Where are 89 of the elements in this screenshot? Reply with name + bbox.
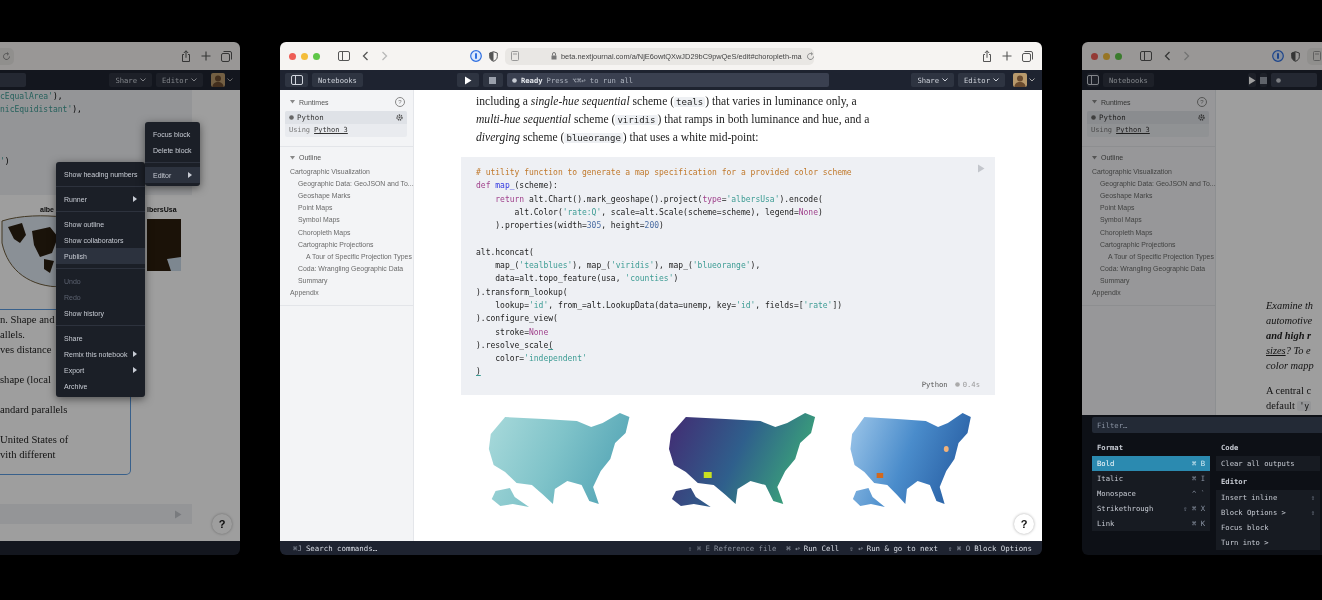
code-line: map_('tealblues'), map_('viridis'), map_('blueorange'), <box>494 260 762 273</box>
caret-icon <box>993 78 999 82</box>
status-dot-icon <box>511 77 517 83</box>
lock-icon <box>551 52 557 60</box>
sidebar-icon <box>1087 75 1099 85</box>
status-dot-icon <box>1275 77 1281 83</box>
code-line: stroke=None <box>494 326 550 339</box>
password-manager-icon[interactable] <box>1272 50 1284 62</box>
back-icon[interactable] <box>362 51 369 61</box>
code-line: color='independent' <box>494 353 588 366</box>
code-line: def map_(scheme): <box>476 180 559 193</box>
user-silhouette-icon <box>211 73 225 87</box>
sidebar-icon <box>290 75 303 85</box>
play-icon <box>977 164 985 173</box>
paragraph: Examine th automotive and high r sizes? To e color mapp <box>1265 299 1315 373</box>
stop-button[interactable] <box>482 73 503 87</box>
code-line: ).configure_view( <box>476 313 559 326</box>
caret-icon <box>227 78 233 82</box>
code-line: ).properties(width=305, height=200) <box>494 220 665 233</box>
reload-icon[interactable] <box>2 51 11 61</box>
code-line: # utility function to generate a map specification for a provided color scheme <box>476 167 853 179</box>
code-line: ).transform_lookup( <box>476 286 569 299</box>
collapse-icon[interactable] <box>290 155 295 160</box>
status-dot-icon <box>954 381 960 387</box>
stop-button[interactable] <box>1259 73 1267 87</box>
plus-icon[interactable] <box>201 51 211 61</box>
help-button[interactable]: ? <box>212 514 232 534</box>
paragraph: A central c default 'y <box>1265 384 1313 413</box>
code-line: nicEquidistant'), <box>0 104 83 116</box>
play-icon <box>174 509 182 519</box>
caret-icon <box>191 78 197 82</box>
user-silhouette-icon <box>1013 73 1027 87</box>
password-manager-icon[interactable] <box>470 50 482 62</box>
play-icon <box>463 75 472 85</box>
status-dot-icon <box>289 115 294 120</box>
avatar[interactable] <box>211 73 233 87</box>
sidebar-toggle-button[interactable] <box>285 73 308 87</box>
code-line: lookup='id', from_=alt.LookupData(data=unemp, key='id', fields=['rate']) <box>494 299 844 312</box>
link[interactable]: sizes <box>1266 345 1286 356</box>
stop-icon <box>1259 76 1267 84</box>
reload-icon[interactable] <box>805 51 815 61</box>
caret-icon <box>942 78 949 82</box>
tabs-icon[interactable] <box>221 50 232 62</box>
collapse-icon[interactable] <box>1092 155 1097 160</box>
code-line: alt.Color('rate:Q', scale=alt.Scale(scheme=scheme), legend=None) <box>513 206 824 219</box>
code-line: data=alt.topo_feature(usa, 'counties') <box>494 273 680 286</box>
paragraph: including a single-hue sequential scheme ( teals ) that varies in luminance only, a multi-hue sequential scheme ( viridis ) that ramps in both luminance and hue, and a diverging scheme ( blueorange ) that uses a white mid-point: <box>475 94 871 146</box>
submenu-arrow-icon <box>133 367 137 373</box>
collapse-icon[interactable] <box>290 100 295 104</box>
back-icon[interactable] <box>1164 51 1171 61</box>
code-line: ) <box>476 366 482 379</box>
tabs-icon[interactable] <box>1022 50 1033 62</box>
plus-icon[interactable] <box>1002 51 1012 61</box>
share-icon[interactable] <box>181 50 191 62</box>
sidebar-icon[interactable] <box>1140 51 1152 61</box>
address-bar[interactable] <box>0 47 14 65</box>
code-line: alt.hconcat( <box>476 246 535 259</box>
help-button[interactable]: ? <box>1014 514 1034 534</box>
close-button[interactable] <box>1091 52 1098 60</box>
share-icon[interactable] <box>982 50 992 62</box>
avatar[interactable] <box>1013 73 1035 87</box>
close-button[interactable] <box>289 52 296 60</box>
dark-map-drawing <box>147 219 181 271</box>
sidebar-toggle-button[interactable] <box>1087 73 1099 87</box>
submenu-arrow-icon <box>133 351 137 357</box>
page-icon <box>511 51 519 61</box>
zoom-button[interactable] <box>1115 52 1122 60</box>
gear-icon[interactable] <box>1198 114 1205 121</box>
submenu-arrow-icon <box>188 172 192 178</box>
code-line: ).resolve_scale( <box>476 339 555 352</box>
sidebar-icon[interactable] <box>338 51 350 61</box>
status-dot-icon <box>1091 115 1096 120</box>
submenu-arrow-icon <box>133 196 137 202</box>
status-field[interactable] <box>1270 73 1317 87</box>
run-all-button[interactable] <box>456 73 479 87</box>
gear-icon[interactable] <box>396 114 403 121</box>
page-icon <box>1313 51 1321 61</box>
caret-icon <box>1029 78 1035 82</box>
code-line: ') <box>0 156 11 168</box>
run-all-button[interactable] <box>1247 73 1256 87</box>
shield-icon[interactable] <box>489 50 498 62</box>
code-line: cEqualArea'), <box>0 91 64 103</box>
code-line: return alt.Chart().mark_geoshape().project(type='albersUsa').encode( <box>494 193 824 206</box>
play-icon <box>1247 75 1256 85</box>
stop-icon <box>489 76 497 84</box>
shield-icon[interactable] <box>1291 50 1300 62</box>
collapse-icon[interactable] <box>1092 100 1097 104</box>
caret-icon <box>140 78 147 82</box>
zoom-button[interactable] <box>313 52 320 60</box>
